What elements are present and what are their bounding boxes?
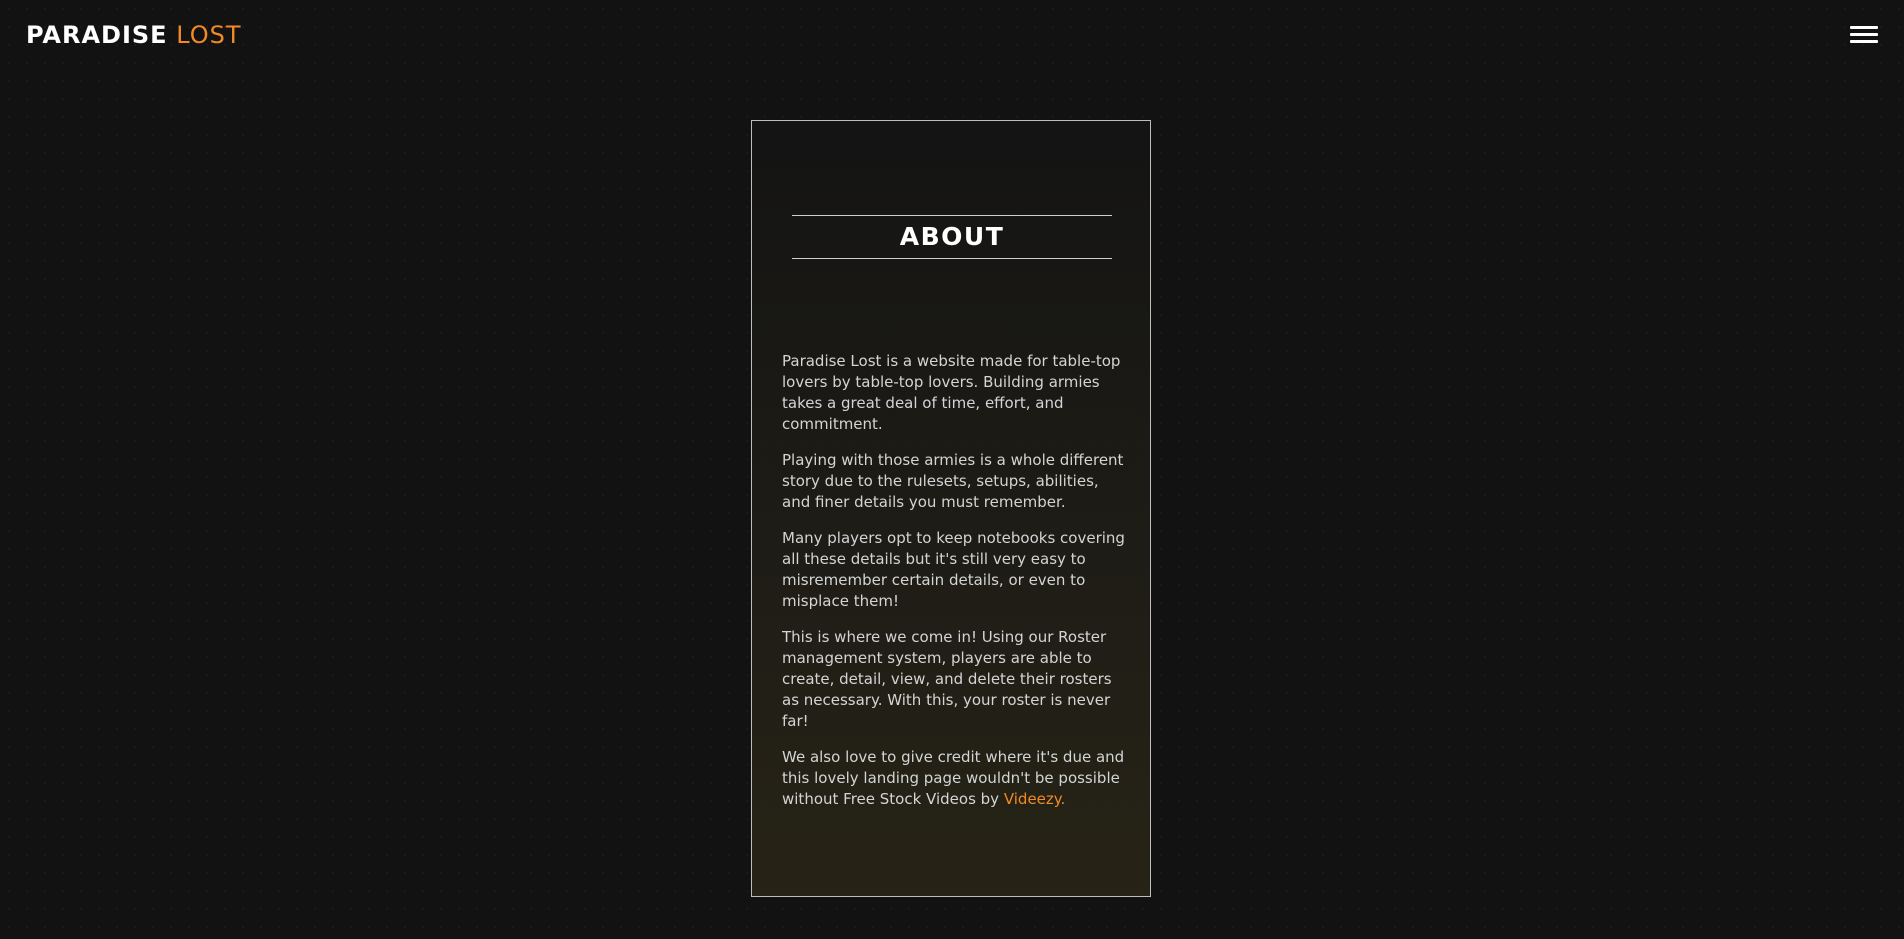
brand-name-primary: PARADISE [26,21,168,49]
hamburger-menu-icon[interactable] [1850,24,1878,46]
about-paragraph: Playing with those armies is a whole dif… [782,451,1124,511]
videezy-link[interactable]: Videezy [1004,790,1061,808]
about-card: ABOUT Paradise Lost is a website made fo… [751,120,1151,897]
about-content: Paradise Lost is a website made for tabl… [782,351,1127,825]
menu-bar [1850,26,1878,29]
about-paragraph: Many players opt to keep notebooks cover… [782,529,1125,610]
about-paragraph: This is where we come in! Using our Rost… [782,628,1112,730]
brand-name-accent: LOST [176,21,242,49]
credit-end: . [1060,790,1066,808]
navbar: PARADISE LOST [0,0,1904,70]
credit-text: We also love to give credit where it's d… [782,748,1125,808]
about-title-frame: ABOUT [792,215,1112,259]
page-title: ABOUT [899,222,1005,251]
menu-bar [1850,40,1878,43]
brand-logo[interactable]: PARADISE LOST [26,20,242,50]
menu-bar [1850,33,1878,36]
about-paragraph: Paradise Lost is a website made for tabl… [782,352,1121,433]
credit-paragraph: We also love to give credit where it's d… [782,747,1127,810]
